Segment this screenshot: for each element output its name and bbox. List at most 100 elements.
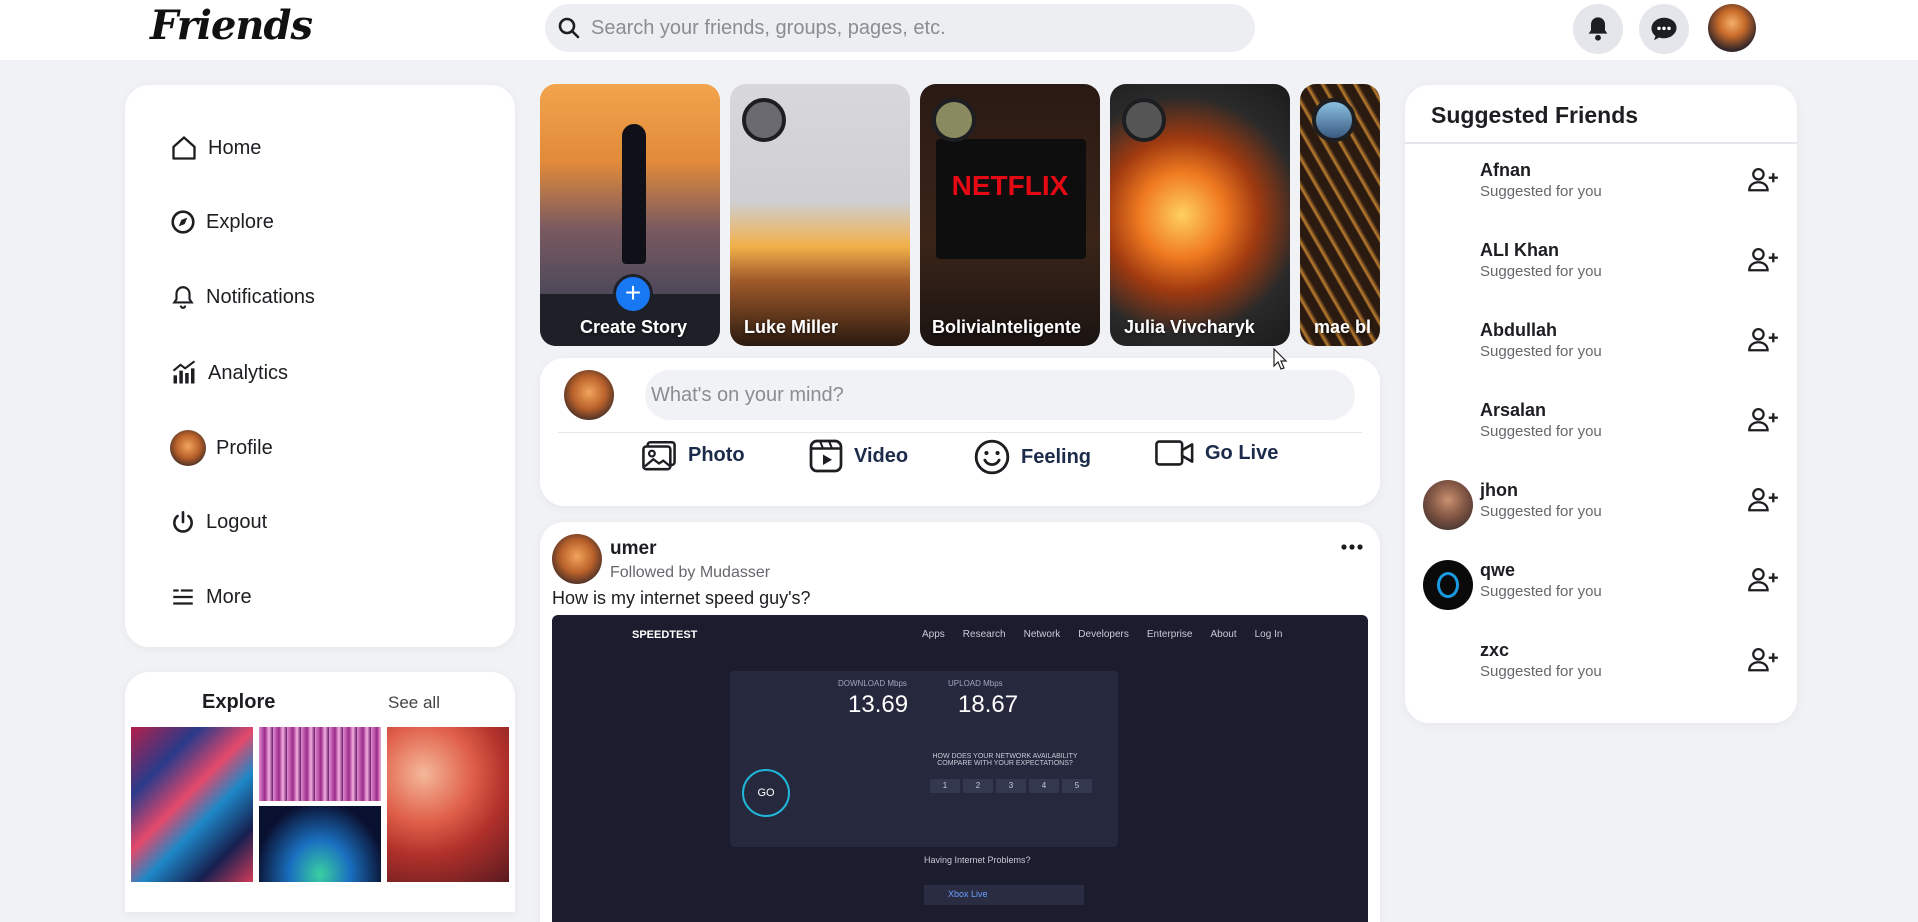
story-card[interactable]: Julia Vivcharyk xyxy=(1110,84,1290,346)
avatar xyxy=(170,430,206,466)
app-logo[interactable]: Friends xyxy=(150,2,313,49)
list-item: Arsalan Suggested for you xyxy=(1405,396,1797,456)
video-button[interactable]: Video xyxy=(808,438,908,474)
sidebar-item-label: Notifications xyxy=(206,285,315,308)
friend-subtitle: Suggested for you xyxy=(1480,423,1602,440)
nav-link: Network xyxy=(1023,629,1061,640)
sidebar-item-logout[interactable]: Logout xyxy=(170,509,267,535)
friend-avatar[interactable] xyxy=(1423,560,1473,610)
service-row: Xbox Live xyxy=(924,885,1084,905)
sidebar-item-home[interactable]: Home xyxy=(170,134,261,162)
story-card[interactable]: NETFLIX BoliviaInteligente xyxy=(920,84,1100,346)
status-input-box[interactable] xyxy=(645,370,1355,420)
add-friend-icon[interactable] xyxy=(1747,406,1779,434)
post-card: umer Followed by Mudasser How is my inte… xyxy=(540,522,1380,922)
netflix-logo: NETFLIX xyxy=(951,170,1069,201)
avatar-mark xyxy=(1437,572,1459,598)
feeling-button[interactable]: Feeling xyxy=(973,438,1091,476)
friend-subtitle: Suggested for you xyxy=(1480,583,1602,600)
sidebar-item-notifications[interactable]: Notifications xyxy=(170,284,315,310)
friend-name[interactable]: zxc xyxy=(1480,640,1509,661)
rating-option: 1 xyxy=(930,779,960,793)
sidebar-item-more[interactable]: More xyxy=(170,584,252,610)
add-friend-icon[interactable] xyxy=(1747,486,1779,514)
add-friend-icon[interactable] xyxy=(1747,326,1779,354)
add-friend-icon[interactable] xyxy=(1747,566,1779,594)
see-all-link[interactable]: See all xyxy=(388,693,440,713)
list-item: ALI Khan Suggested for you xyxy=(1405,236,1797,296)
post-author-avatar[interactable] xyxy=(552,534,602,584)
messages-button[interactable] xyxy=(1639,4,1689,54)
friend-name[interactable]: qwe xyxy=(1480,560,1515,581)
search-bar[interactable] xyxy=(545,4,1255,52)
add-friend-icon[interactable] xyxy=(1747,646,1779,674)
sidebar-item-explore[interactable]: Explore xyxy=(170,209,274,235)
story-label: Luke Miller xyxy=(744,317,839,337)
sidebar-item-label: Analytics xyxy=(208,361,289,384)
story-create[interactable]: + Create Story xyxy=(540,84,720,346)
service-name: Xbox Live xyxy=(948,889,988,899)
add-story-button[interactable]: + xyxy=(613,274,653,314)
explore-image[interactable] xyxy=(259,727,381,801)
explore-card: Explore See all xyxy=(125,672,515,912)
photo-label: Photo xyxy=(688,443,745,466)
friend-name[interactable]: jhon xyxy=(1480,480,1518,501)
photo-button[interactable]: Photo xyxy=(640,438,745,472)
rating-option: 3 xyxy=(996,779,1026,793)
story-card[interactable]: Luke Miller xyxy=(730,84,910,346)
list-item: Afnan Suggested for you xyxy=(1405,156,1797,216)
sidebar-item-analytics[interactable]: Analytics xyxy=(170,359,288,387)
sidebar-menu: Home Explore Notifications Analytics Pro… xyxy=(125,85,515,647)
friend-subtitle: Suggested for you xyxy=(1480,343,1602,360)
rating-option: 4 xyxy=(1029,779,1059,793)
story-card[interactable]: mae bl xyxy=(1300,84,1380,346)
add-friend-icon[interactable] xyxy=(1747,166,1779,194)
upload-label: UPLOAD Mbps xyxy=(948,679,1003,688)
user-avatar[interactable] xyxy=(1708,4,1756,52)
friend-name[interactable]: Afnan xyxy=(1480,160,1531,181)
video-label: Video xyxy=(854,444,909,467)
friend-name[interactable]: Arsalan xyxy=(1480,400,1546,421)
notifications-button[interactable] xyxy=(1573,4,1623,54)
compass-icon xyxy=(171,210,195,234)
nav-link: Enterprise xyxy=(1146,629,1193,640)
power-icon xyxy=(173,510,193,533)
story-avatar xyxy=(932,98,976,142)
story-label: Julia Vivcharyk xyxy=(1124,317,1255,337)
sidebar-item-label: Home xyxy=(208,136,262,159)
explore-image[interactable] xyxy=(259,806,381,882)
go-live-button[interactable]: Go Live xyxy=(1155,438,1278,468)
results-panel: DOWNLOAD Mbps 13.69 UPLOAD Mbps 18.67 GO… xyxy=(730,671,1118,847)
story-label: mae bl xyxy=(1314,317,1372,337)
rating-row: 1 2 3 4 5 xyxy=(930,779,1092,793)
friend-avatar[interactable] xyxy=(1423,480,1473,530)
avatar xyxy=(564,370,614,420)
sidebar-item-profile[interactable]: Profile xyxy=(170,430,273,466)
camera-icon xyxy=(1155,440,1194,466)
post-subtitle: Followed by Mudasser xyxy=(610,564,771,581)
post-author-name[interactable]: umer xyxy=(610,538,656,560)
add-friend-icon[interactable] xyxy=(1747,246,1779,274)
story-avatar xyxy=(1312,98,1356,142)
smiley-icon xyxy=(974,439,1010,475)
explore-image[interactable] xyxy=(131,727,253,882)
nav-link: Developers xyxy=(1078,629,1129,640)
list-item: jhon Suggested for you xyxy=(1405,476,1797,536)
go-live-label: Go Live xyxy=(1205,441,1279,464)
suggested-title: Suggested Friends xyxy=(1431,102,1639,128)
chart-icon xyxy=(172,360,196,384)
friend-name[interactable]: Abdullah xyxy=(1480,320,1557,341)
status-input[interactable] xyxy=(649,382,1343,408)
post-image[interactable]: SPEEDTEST Apps Research Network Develope… xyxy=(552,615,1368,922)
friend-subtitle: Suggested for you xyxy=(1480,183,1602,200)
search-icon xyxy=(558,17,580,39)
explore-image[interactable] xyxy=(387,727,509,882)
go-button: GO xyxy=(742,769,790,817)
nav-link: Research xyxy=(962,629,1006,640)
more-options-icon[interactable] xyxy=(1340,542,1364,552)
friend-name[interactable]: ALI Khan xyxy=(1480,240,1559,261)
search-input[interactable] xyxy=(589,15,1233,41)
download-value: 13.69 xyxy=(848,691,909,718)
sidebar-item-label: Logout xyxy=(206,510,268,533)
post-composer: Photo Video Feeling Go Live xyxy=(540,358,1380,506)
